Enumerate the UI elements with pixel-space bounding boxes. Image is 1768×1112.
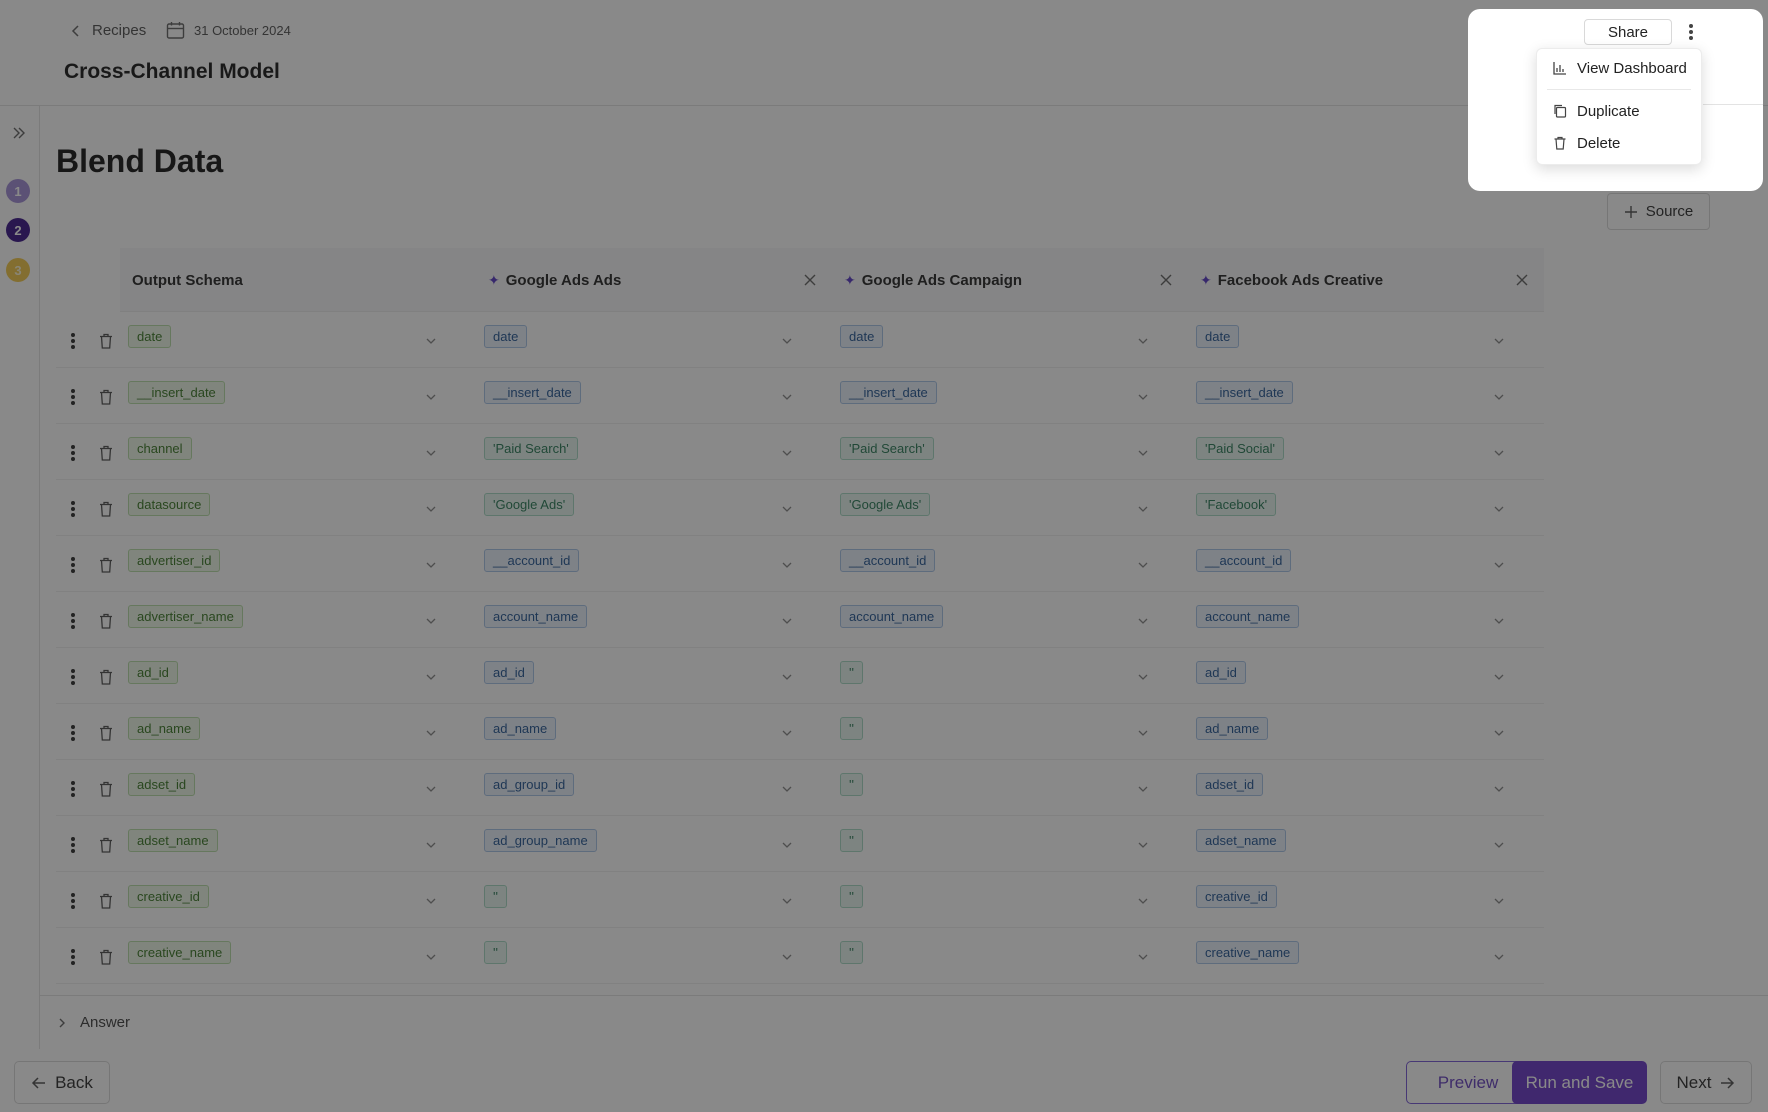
menu-divider (1547, 89, 1691, 90)
kebab-icon (1689, 24, 1693, 40)
share-button[interactable]: Share (1584, 19, 1672, 45)
copy-icon (1554, 104, 1567, 118)
chart-icon (1553, 62, 1566, 75)
menu-item-delete[interactable]: Delete (1553, 131, 1620, 155)
menu-item-label: Duplicate (1577, 102, 1640, 120)
menu-item-label: Delete (1577, 134, 1621, 152)
divider (1703, 104, 1763, 105)
actions-menu: View Dashboard Duplicate Delete (1536, 48, 1702, 165)
trash-icon (1554, 136, 1566, 150)
menu-item-duplicate[interactable]: Duplicate (1553, 99, 1640, 123)
menu-item-view-dashboard[interactable]: View Dashboard (1553, 56, 1687, 80)
more-options-button[interactable] (1683, 19, 1699, 45)
menu-item-label: View Dashboard (1577, 59, 1687, 77)
